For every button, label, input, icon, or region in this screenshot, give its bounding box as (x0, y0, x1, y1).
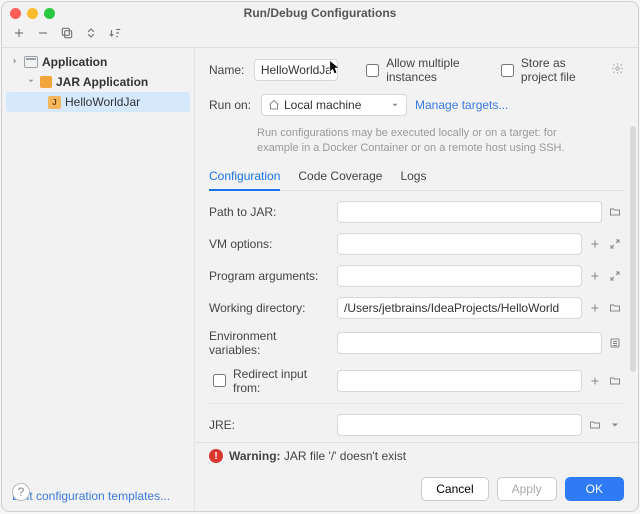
program-args-label: Program arguments: (209, 269, 331, 283)
chevron-down-icon (390, 100, 400, 110)
config-tree-sidebar: Application JAR Application J HelloWorld… (2, 48, 195, 511)
browse-folder-icon[interactable] (606, 299, 624, 317)
ok-button[interactable]: OK (565, 477, 624, 501)
add-icon[interactable] (586, 267, 604, 285)
chevron-down-icon[interactable] (606, 416, 624, 434)
divider (209, 403, 624, 404)
add-icon[interactable] (586, 299, 604, 317)
config-toolbar (2, 24, 638, 48)
add-config-button[interactable] (12, 26, 26, 43)
runon-hint: Run configurations may be executed local… (209, 126, 624, 163)
runon-select[interactable]: Local machine (261, 94, 407, 116)
sort-button[interactable] (108, 26, 122, 43)
dialog-buttons: Cancel Apply OK (195, 469, 638, 511)
apply-button[interactable]: Apply (497, 477, 557, 501)
working-dir-label: Working directory: (209, 301, 331, 315)
env-vars-input[interactable] (337, 332, 602, 354)
remove-config-button[interactable] (36, 26, 50, 43)
tab-code-coverage[interactable]: Code Coverage (298, 163, 382, 190)
dialog-title: Run/Debug Configurations (2, 6, 638, 20)
browse-folder-icon[interactable] (586, 416, 604, 434)
tree-node-application[interactable]: Application (2, 52, 194, 72)
home-icon (268, 99, 280, 111)
name-input[interactable] (254, 59, 338, 81)
tree-label: HelloWorldJar (65, 95, 140, 109)
vm-options-label: VM options: (209, 237, 331, 251)
redirect-input-check[interactable] (213, 374, 226, 387)
tab-logs[interactable]: Logs (400, 163, 426, 190)
config-tabs: Configuration Code Coverage Logs (209, 163, 624, 191)
warning-bar: ! Warning: JAR file '/' doesn't exist (195, 442, 638, 469)
expand-icon[interactable] (606, 267, 624, 285)
scrollbar[interactable] (630, 126, 636, 372)
allow-multiple-input[interactable] (366, 64, 379, 77)
move-up-down-button[interactable] (84, 26, 98, 43)
tree-label: Application (42, 55, 107, 69)
run-debug-config-dialog: Run/Debug Configurations Application JAR… (1, 1, 639, 512)
vm-options-input[interactable] (337, 233, 582, 255)
list-icon[interactable] (606, 334, 624, 352)
add-icon[interactable] (586, 372, 604, 390)
working-dir-input[interactable] (337, 297, 582, 319)
tab-configuration[interactable]: Configuration (209, 163, 280, 191)
jar-icon: J (48, 96, 61, 109)
chevron-right-icon (10, 55, 20, 69)
env-vars-label: Environment variables: (209, 329, 331, 357)
redirect-input-checkbox[interactable]: Redirect input from: (209, 367, 331, 395)
config-main-panel: Name: Allow multiple instances Store as … (195, 48, 638, 511)
expand-icon[interactable] (606, 235, 624, 253)
store-as-project-checkbox[interactable]: Store as project file (497, 56, 603, 84)
jre-input[interactable] (337, 414, 582, 436)
redirect-input-path[interactable] (337, 370, 582, 392)
add-icon[interactable] (586, 235, 604, 253)
tree-item-helloworldjar[interactable]: J HelloWorldJar (6, 92, 190, 112)
name-label: Name: (209, 63, 246, 77)
application-icon (24, 56, 38, 68)
edit-templates-link[interactable]: Edit configuration templates... (2, 481, 194, 511)
cancel-button[interactable]: Cancel (421, 477, 488, 501)
tree-node-jar-application[interactable]: JAR Application (2, 72, 194, 92)
help-button[interactable]: ? (12, 483, 30, 501)
path-jar-label: Path to JAR: (209, 205, 331, 219)
chevron-down-icon (26, 75, 36, 89)
browse-folder-icon[interactable] (606, 372, 624, 390)
tree-label: JAR Application (56, 75, 148, 89)
warning-text: Warning: JAR file '/' doesn't exist (229, 449, 406, 463)
program-args-input[interactable] (337, 265, 582, 287)
jar-application-icon (40, 76, 52, 88)
gear-icon[interactable] (611, 62, 624, 78)
runon-label: Run on: (209, 98, 253, 112)
jre-label: JRE: (209, 418, 331, 432)
path-jar-input[interactable] (337, 201, 602, 223)
allow-multiple-checkbox[interactable]: Allow multiple instances (362, 56, 489, 84)
error-icon: ! (209, 449, 223, 463)
browse-folder-icon[interactable] (606, 203, 624, 221)
copy-config-button[interactable] (60, 26, 74, 43)
titlebar: Run/Debug Configurations (2, 2, 638, 24)
store-as-project-input[interactable] (501, 64, 514, 77)
manage-targets-link[interactable]: Manage targets... (415, 98, 508, 112)
